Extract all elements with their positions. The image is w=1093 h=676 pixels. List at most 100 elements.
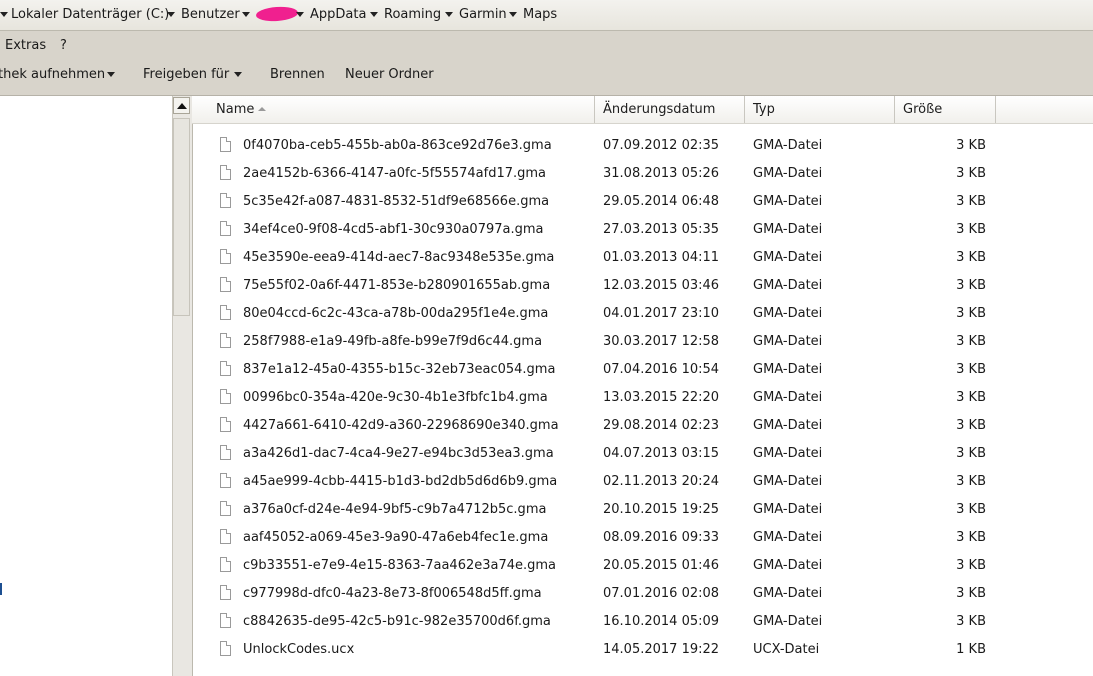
file-size: 3 KB — [956, 362, 986, 377]
file-size: 3 KB — [956, 474, 986, 489]
file-name: 5c35e42f-a087-4831-8532-51df9e68566e.gma — [243, 194, 550, 209]
file-size: 3 KB — [956, 306, 986, 321]
file-size: 3 KB — [956, 250, 986, 265]
chevron-down-icon[interactable] — [296, 12, 304, 17]
address-bar[interactable]: Lokaler Datenträger (C:) Benutzer AppDat… — [0, 0, 1093, 31]
file-type: GMA-Datei — [753, 222, 823, 237]
file-size: 3 KB — [956, 222, 986, 237]
column-divider[interactable] — [594, 96, 595, 123]
file-row[interactable]: 5c35e42f-a087-4831-8532-51df9e68566e.gma… — [192, 188, 1093, 216]
file-icon — [220, 333, 231, 348]
file-date: 04.01.2017 23:10 — [603, 306, 720, 321]
file-name: c9b33551-e7e9-4e15-8363-7aa462e3a74e.gma — [243, 558, 557, 573]
file-type: GMA-Datei — [753, 250, 823, 265]
file-row[interactable]: a45ae999-4cbb-4415-b1d3-bd2db5d6d6b9.gma… — [192, 468, 1093, 496]
file-type: GMA-Datei — [753, 194, 823, 209]
file-size: 1 KB — [956, 642, 986, 657]
column-header-type[interactable]: Typ — [753, 96, 775, 123]
column-divider[interactable] — [894, 96, 895, 123]
scroll-thumb[interactable] — [173, 118, 190, 316]
file-row[interactable]: 837e1a12-45a0-4355-b15c-32eb73eac054.gma… — [192, 356, 1093, 384]
burn-button[interactable]: Brennen — [270, 66, 325, 84]
file-type: GMA-Datei — [753, 362, 823, 377]
file-icon — [220, 557, 231, 572]
file-date: 27.03.2013 05:35 — [603, 222, 720, 237]
file-type: GMA-Datei — [753, 446, 823, 461]
file-row[interactable]: 258f7988-e1a9-49fb-a8fe-b99e7f9d6c44.gma… — [192, 328, 1093, 356]
breadcrumb-maps[interactable]: Maps — [523, 6, 557, 24]
column-header-date[interactable]: Änderungsdatum — [603, 96, 715, 123]
file-row[interactable]: 0f4070ba-ceb5-455b-ab0a-863ce92d76e3.gma… — [192, 132, 1093, 160]
file-icon — [220, 445, 231, 460]
file-row[interactable]: 34ef4ce0-9f08-4cd5-abf1-30c930a0797a.gma… — [192, 216, 1093, 244]
file-name: 837e1a12-45a0-4355-b15c-32eb73eac054.gma — [243, 362, 556, 377]
breadcrumb-benutzer[interactable]: Benutzer — [181, 6, 240, 24]
chevron-down-icon[interactable] — [234, 72, 242, 77]
file-name: 45e3590e-eea9-414d-aec7-8ac9348e535e.gma — [243, 250, 555, 265]
file-size: 3 KB — [956, 334, 986, 349]
column-header-name[interactable]: Name — [216, 96, 254, 123]
menu-help[interactable]: ? — [60, 37, 67, 55]
file-row[interactable]: 00996bc0-354a-420e-9c30-4b1e3fbfc1b4.gma… — [192, 384, 1093, 412]
breadcrumb-garmin[interactable]: Garmin — [459, 6, 507, 24]
file-date: 29.05.2014 06:48 — [603, 194, 720, 209]
file-type: GMA-Datei — [753, 138, 823, 153]
file-row[interactable]: c9b33551-e7e9-4e15-8363-7aa462e3a74e.gma… — [192, 552, 1093, 580]
new-folder-button[interactable]: Neuer Ordner — [345, 66, 434, 84]
column-divider[interactable] — [995, 96, 996, 123]
file-date: 20.05.2015 01:46 — [603, 558, 720, 573]
file-row[interactable]: c977998d-dfc0-4a23-8e73-8f006548d5ff.gma… — [192, 580, 1093, 608]
file-name: 2ae4152b-6366-4147-a0fc-5f55574afd17.gma — [243, 166, 547, 181]
file-row[interactable]: aaf45052-a069-45e3-9a90-47a6eb4fec1e.gma… — [192, 524, 1093, 552]
breadcrumb-appdata[interactable]: AppData — [310, 6, 366, 24]
file-date: 07.09.2012 02:35 — [603, 138, 720, 153]
file-icon — [220, 165, 231, 180]
file-date: 13.03.2015 22:20 — [603, 390, 720, 405]
chevron-down-icon[interactable] — [445, 12, 453, 17]
chevron-down-icon[interactable] — [167, 12, 175, 17]
file-type: UCX-Datei — [753, 642, 820, 657]
navigation-pane[interactable] — [0, 96, 172, 676]
file-size: 3 KB — [956, 558, 986, 573]
file-name: 34ef4ce0-9f08-4cd5-abf1-30c930a0797a.gma — [243, 222, 544, 237]
file-row[interactable]: a376a0cf-d24e-4e94-9bf5-c9b7a4712b5c.gma… — [192, 496, 1093, 524]
file-icon — [220, 193, 231, 208]
file-row[interactable]: 2ae4152b-6366-4147-a0fc-5f55574afd17.gma… — [192, 160, 1093, 188]
file-icon — [220, 641, 231, 656]
file-row[interactable]: 75e55f02-0a6f-4471-853e-b280901655ab.gma… — [192, 272, 1093, 300]
include-in-library-button[interactable]: thek aufnehmen — [0, 66, 105, 84]
breadcrumb-roaming[interactable]: Roaming — [384, 6, 441, 24]
file-name: 80e04ccd-6c2c-43ca-a78b-00da295f1e4e.gma — [243, 306, 549, 321]
file-type: GMA-Datei — [753, 278, 823, 293]
breadcrumb-local-disk[interactable]: Lokaler Datenträger (C:) — [11, 6, 169, 24]
file-type: GMA-Datei — [753, 502, 823, 517]
file-date: 07.01.2016 02:08 — [603, 586, 720, 601]
file-type: GMA-Datei — [753, 586, 823, 601]
file-size: 3 KB — [956, 390, 986, 405]
file-icon — [220, 389, 231, 404]
file-date: 20.10.2015 19:25 — [603, 502, 720, 517]
file-row[interactable]: UnlockCodes.ucx 14.05.2017 19:22 UCX-Dat… — [192, 636, 1093, 664]
file-row[interactable]: 4427a661-6410-42d9-a360-22968690e340.gma… — [192, 412, 1093, 440]
scroll-up-button[interactable] — [173, 97, 190, 114]
file-size: 3 KB — [956, 138, 986, 153]
file-row[interactable]: a3a426d1-dac7-4ca4-9e27-e94bc3d53ea3.gma… — [192, 440, 1093, 468]
chevron-down-icon[interactable] — [370, 12, 378, 17]
file-type: GMA-Datei — [753, 530, 823, 545]
share-with-button[interactable]: Freigeben für — [143, 66, 229, 84]
file-date: 02.11.2013 20:24 — [603, 474, 720, 489]
file-size: 3 KB — [956, 530, 986, 545]
file-size: 3 KB — [956, 194, 986, 209]
column-header-size[interactable]: Größe — [903, 96, 942, 123]
chevron-down-icon[interactable] — [242, 12, 250, 17]
file-row[interactable]: c8842635-de95-42c5-b91c-982e35700d6f.gma… — [192, 608, 1093, 636]
chevron-down-icon[interactable] — [0, 12, 8, 17]
file-row[interactable]: 45e3590e-eea9-414d-aec7-8ac9348e535e.gma… — [192, 244, 1093, 272]
menu-extras[interactable]: Extras — [5, 37, 46, 55]
chevron-down-icon[interactable] — [107, 72, 115, 77]
chevron-down-icon[interactable] — [509, 12, 517, 17]
file-type: GMA-Datei — [753, 334, 823, 349]
file-row[interactable]: 80e04ccd-6c2c-43ca-a78b-00da295f1e4e.gma… — [192, 300, 1093, 328]
column-divider[interactable] — [744, 96, 745, 123]
file-icon — [220, 361, 231, 376]
